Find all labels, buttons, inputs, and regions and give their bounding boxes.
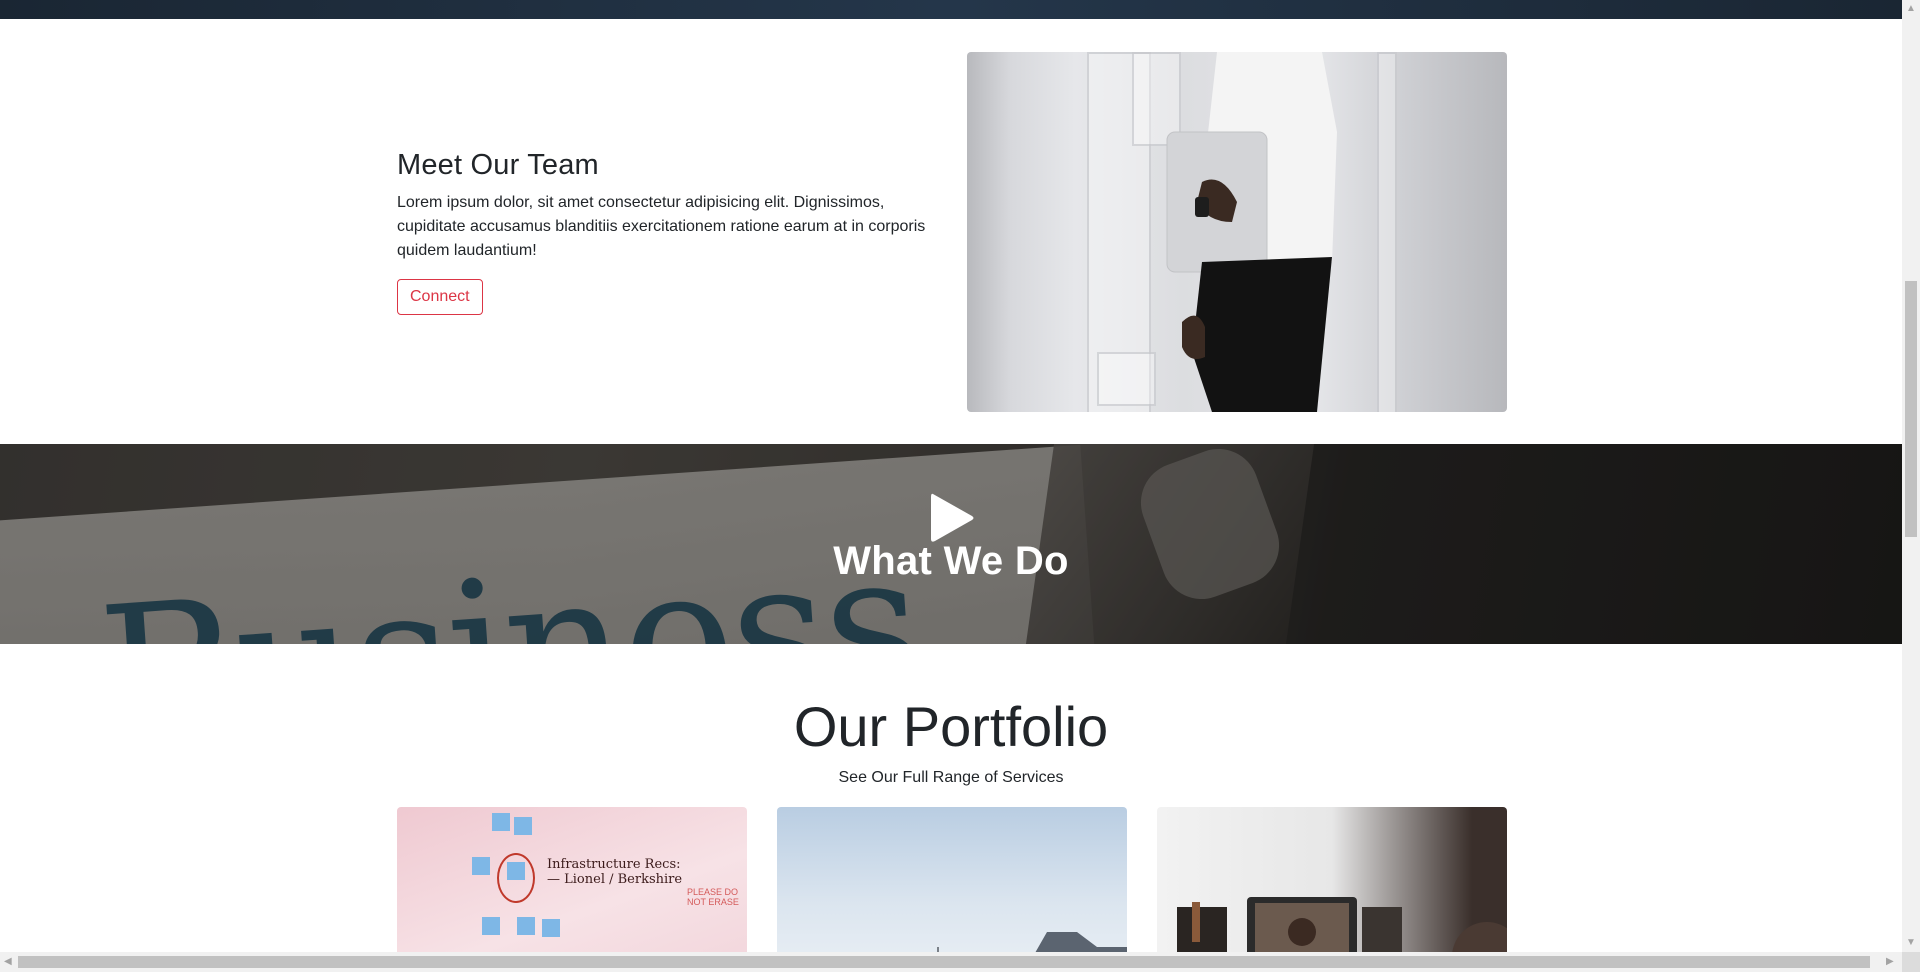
scroll-up-arrow-icon[interactable]: ▲: [1906, 4, 1916, 14]
connect-button[interactable]: Connect: [397, 279, 483, 315]
vertical-scrollbar[interactable]: ▲ ▼: [1902, 0, 1920, 952]
circle-mark: [497, 853, 535, 903]
play-icon[interactable]: [929, 492, 975, 544]
horizontal-scrollbar[interactable]: ◀ ▶: [0, 952, 1902, 972]
workspace-scene: [1177, 897, 1507, 952]
whiteboard-note: PLEASE DO NOT ERASE: [687, 887, 739, 907]
portfolio-card-workspace[interactable]: [1157, 807, 1507, 952]
team-section: Meet Our Team Lorem ipsum dolor, sit ame…: [0, 19, 1902, 444]
banner-title: What We Do: [833, 539, 1069, 583]
scroll-left-arrow-icon[interactable]: ◀: [4, 957, 12, 967]
team-description: Lorem ipsum dolor, sit amet consectetur …: [397, 194, 926, 259]
horizontal-scroll-thumb[interactable]: [18, 956, 1870, 968]
team-text-block: Meet Our Team Lorem ipsum dolor, sit ame…: [397, 149, 937, 315]
portfolio-section: Our Portfolio See Our Full Range of Serv…: [0, 644, 1902, 952]
person-figure: [1166, 52, 1337, 412]
scrollbar-corner: [1902, 952, 1920, 972]
portfolio-card-whiteboard[interactable]: Infrastructure Recs: — Lionel / Berkshir…: [397, 807, 747, 952]
vertical-scroll-thumb[interactable]: [1905, 281, 1917, 537]
scroll-down-arrow-icon[interactable]: ▼: [1906, 938, 1916, 948]
portfolio-subtitle: See Our Full Range of Services: [838, 769, 1064, 786]
team-title: Meet Our Team: [397, 149, 599, 181]
what-we-do-banner[interactable]: Business What We Do: [0, 444, 1902, 644]
portfolio-card-building[interactable]: [777, 807, 1127, 952]
page-viewport: Meet Our Team Lorem ipsum dolor, sit ame…: [0, 0, 1902, 952]
building-roof: [937, 932, 1127, 952]
previous-section-edge: [0, 0, 1902, 19]
scroll-right-arrow-icon[interactable]: ▶: [1886, 957, 1894, 967]
portfolio-title: Our Portfolio: [793, 695, 1109, 758]
whiteboard-text: Infrastructure Recs: — Lionel / Berkshir…: [547, 857, 683, 887]
team-photo: [967, 52, 1507, 412]
